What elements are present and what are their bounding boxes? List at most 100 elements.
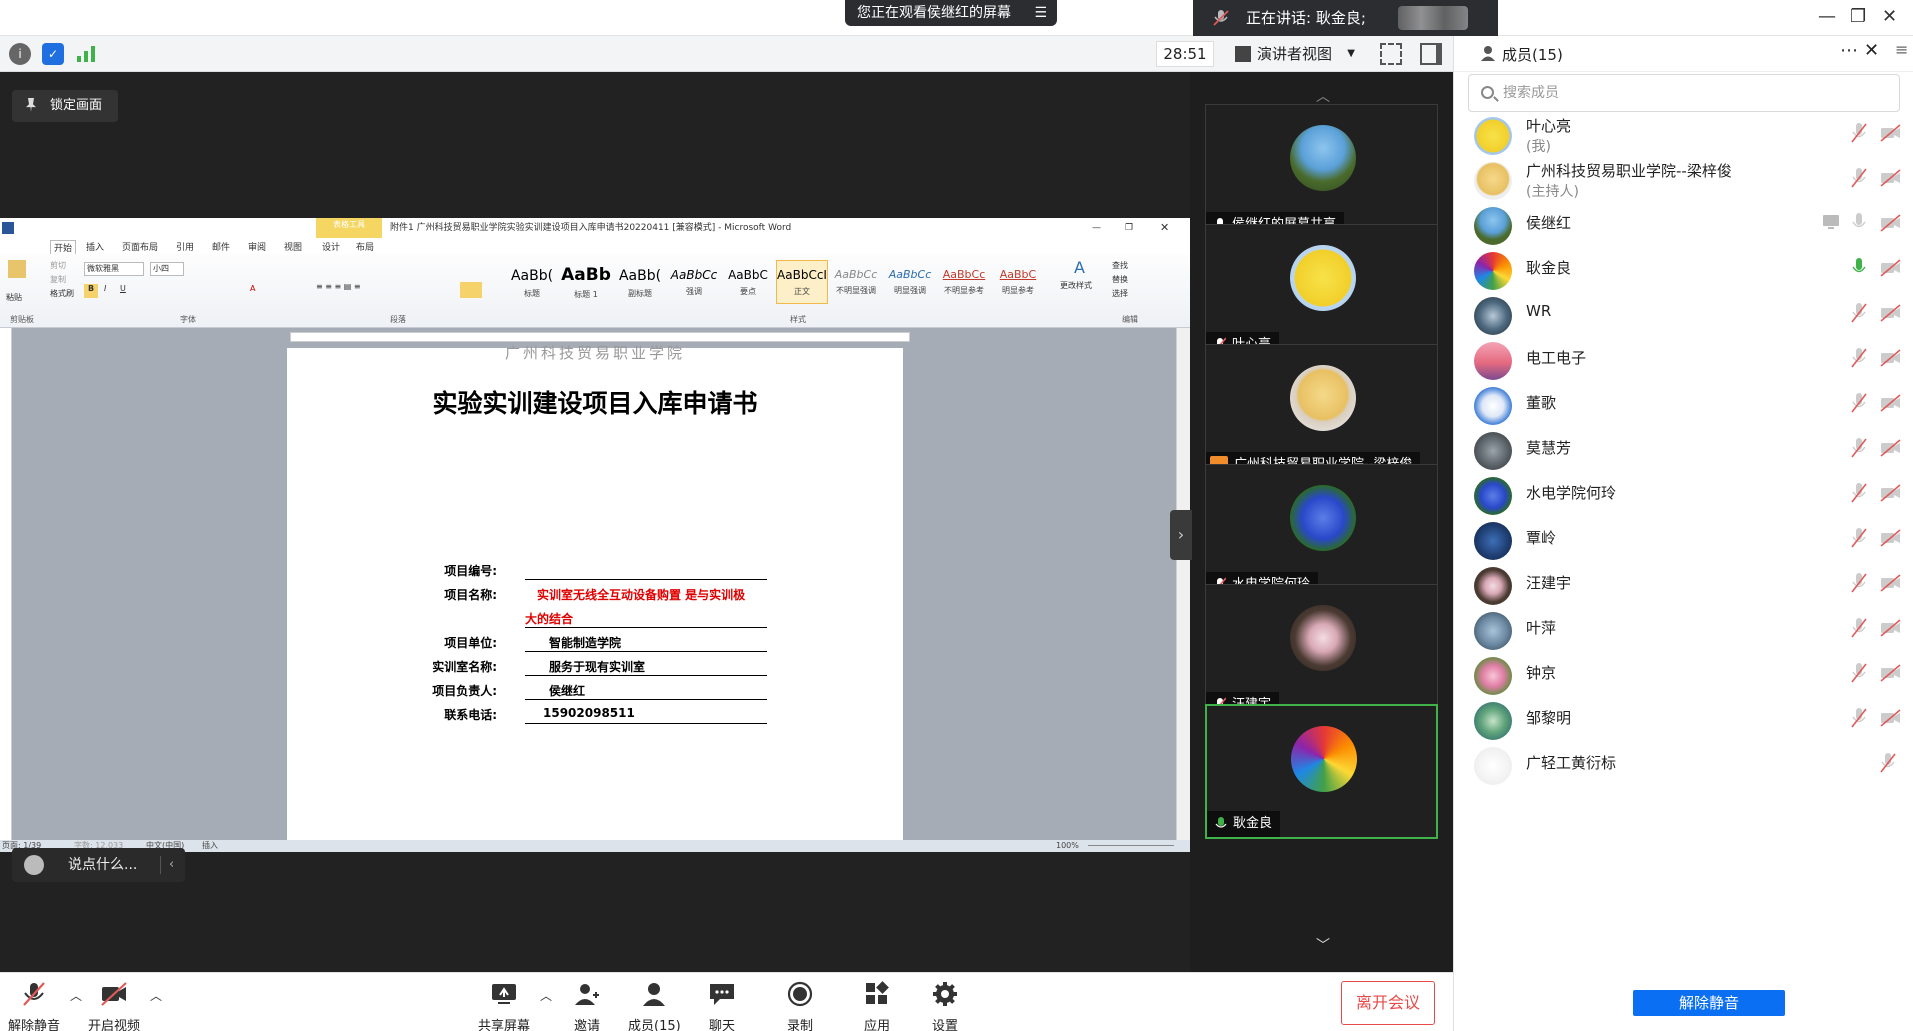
fullscreen-icon[interactable]: [1380, 43, 1402, 65]
camera-off-icon[interactable]: [1880, 484, 1902, 502]
record-button[interactable]: 录制: [786, 981, 814, 1031]
tab-review[interactable]: 审阅: [248, 240, 266, 253]
camera-off-icon[interactable]: [1880, 214, 1902, 232]
mic-muted-icon[interactable]: [1851, 392, 1867, 414]
underline-button[interactable]: U: [120, 284, 126, 293]
menu-icon[interactable]: ☰: [1034, 0, 1047, 26]
mic-muted-icon[interactable]: [1851, 302, 1867, 324]
find-button[interactable]: 查找: [1112, 260, 1128, 271]
field-project-number[interactable]: 项目编号:: [287, 558, 903, 582]
camera-off-icon[interactable]: [1880, 574, 1902, 592]
apps-button[interactable]: 应用: [863, 981, 891, 1031]
mic-muted-icon[interactable]: [1851, 482, 1867, 504]
style-emphasis[interactable]: AaBbCc 强调: [668, 260, 720, 304]
mic-muted-icon[interactable]: [1851, 572, 1867, 594]
camera-off-icon[interactable]: [1880, 394, 1902, 412]
field-project-name-cont[interactable]: 大的结合: [287, 606, 903, 630]
mic-muted-icon[interactable]: [1880, 752, 1896, 774]
paste-button[interactable]: 粘贴: [6, 292, 22, 303]
vertical-scrollbar[interactable]: [1176, 328, 1190, 840]
style-intense-emphasis[interactable]: AaBbCc 明显强调: [884, 260, 936, 304]
sidebar-toggle-icon[interactable]: [1420, 43, 1442, 65]
mic-muted-icon[interactable]: [1851, 167, 1867, 189]
document-page[interactable]: 广州科技贸易职业学院 实验实训建设项目入库申请书 项目编号: 项目名称: 实训室…: [287, 344, 903, 840]
scroll-down-icon[interactable]: ﹀: [1316, 935, 1330, 955]
list-icon[interactable]: ≡: [1895, 40, 1908, 59]
chevron-up-icon[interactable]: ︿: [70, 987, 82, 1004]
signal-icon[interactable]: [75, 43, 97, 65]
zoom-slider[interactable]: [1088, 845, 1174, 846]
cut-button[interactable]: 剪切: [50, 260, 66, 271]
tab-layout[interactable]: 页面布局: [122, 240, 158, 253]
camera-off-icon[interactable]: [1880, 529, 1902, 547]
font-color-button[interactable]: A: [250, 284, 255, 293]
lock-screen-button[interactable]: 锁定画面: [12, 90, 118, 122]
share-screen-button[interactable]: 共享屏幕: [478, 981, 530, 1031]
style-heading[interactable]: AaBb(标题: [506, 260, 558, 304]
shield-icon[interactable]: ✓: [42, 43, 64, 65]
italic-button[interactable]: I: [104, 284, 106, 293]
tab-references[interactable]: 引用: [176, 240, 194, 253]
unmute-all-button[interactable]: 解除静音: [1633, 990, 1785, 1016]
style-subtitle[interactable]: AaBb(副标题: [614, 260, 666, 304]
video-tile-active-speaker[interactable]: 耿金良: [1205, 704, 1438, 839]
emoji-icon[interactable]: [24, 855, 44, 875]
change-styles-icon[interactable]: A: [1074, 258, 1085, 277]
video-tile[interactable]: 侯继红的屏幕共享: [1205, 104, 1438, 239]
bold-button[interactable]: B: [84, 284, 98, 298]
field-phone[interactable]: 联系电话: 15902098511: [287, 702, 903, 726]
camera-off-icon[interactable]: [1880, 619, 1902, 637]
settings-button[interactable]: 设置: [931, 981, 959, 1031]
camera-off-icon[interactable]: [1880, 439, 1902, 457]
shading-button[interactable]: [460, 282, 482, 298]
mic-muted-icon[interactable]: [1851, 707, 1867, 729]
maximize-icon[interactable]: ❐: [1850, 6, 1866, 27]
style-normal[interactable]: AaBbCcI 正文: [776, 260, 828, 304]
tab-insert[interactable]: 插入: [86, 240, 104, 253]
mic-muted-icon[interactable]: [1851, 617, 1867, 639]
style-subtle-emphasis[interactable]: AaBbCc 不明显强调: [830, 260, 882, 304]
select-button[interactable]: 选择: [1112, 288, 1128, 299]
copy-button[interactable]: 复制: [50, 274, 66, 285]
chevron-left-icon[interactable]: ‹: [169, 848, 174, 882]
video-tile[interactable]: 叶心亮: [1205, 224, 1438, 359]
mic-muted-icon[interactable]: [1851, 437, 1867, 459]
members-button[interactable]: 成员(15): [628, 981, 681, 1031]
style-subtle-reference[interactable]: AaBbCc 不明显参考: [938, 260, 990, 304]
style-strong[interactable]: AaBbC 要点: [722, 260, 774, 304]
chat-button[interactable]: 聊天: [708, 981, 736, 1031]
tab-home[interactable]: 开始: [50, 240, 77, 254]
tab-design[interactable]: 设计: [322, 240, 340, 253]
paragraph-align-buttons[interactable]: ≡ ≡ ≡ ▤ ≡: [316, 282, 426, 298]
mic-muted-icon[interactable]: [1851, 527, 1867, 549]
tab-view[interactable]: 视图: [284, 240, 302, 253]
field-project-unit[interactable]: 项目单位: 智能制造学院: [287, 630, 903, 654]
minimize-icon[interactable]: —: [1818, 6, 1836, 27]
paste-icon[interactable]: [8, 260, 26, 278]
close-panel-icon[interactable]: ✕: [1864, 40, 1879, 61]
camera-off-icon[interactable]: [1880, 169, 1902, 187]
zoom-level[interactable]: 100%: [1056, 840, 1079, 852]
camera-off-icon[interactable]: [1880, 304, 1902, 322]
member-row[interactable]: 广轻工黄衍标: [1454, 736, 1913, 791]
camera-off-icon[interactable]: [1880, 124, 1902, 142]
style-heading1[interactable]: AaBb 标题 1: [560, 260, 612, 304]
camera-off-icon[interactable]: [1880, 664, 1902, 682]
format-painter-button[interactable]: 格式刷: [50, 288, 74, 299]
change-styles-button[interactable]: 更改样式: [1060, 280, 1092, 291]
mic-muted-icon[interactable]: [1851, 662, 1867, 684]
chevron-up-icon[interactable]: ︿: [540, 987, 552, 1004]
info-icon[interactable]: i: [9, 43, 31, 65]
mic-icon[interactable]: [1851, 212, 1867, 234]
field-project-leader[interactable]: 项目负责人: 侯继红: [287, 678, 903, 702]
more-icon[interactable]: ⋯: [1840, 40, 1858, 61]
video-tile[interactable]: 水电学院何玲: [1205, 464, 1438, 599]
video-tile[interactable]: 汪建宇: [1205, 584, 1438, 719]
viewing-banner[interactable]: 您正在观看侯继红的屏幕 ☰: [845, 0, 1057, 26]
chevron-up-icon[interactable]: ︿: [150, 987, 162, 1004]
replace-button[interactable]: 替换: [1112, 274, 1128, 285]
video-tile[interactable]: 广州科技贸易职业学院--梁梓俊: [1205, 344, 1438, 479]
start-video-button[interactable]: 开启视频: [88, 981, 140, 1031]
view-mode-select[interactable]: 演讲者视图 ▼: [1231, 41, 1361, 67]
field-lab-name[interactable]: 实训室名称: 服务于现有实训室: [287, 654, 903, 678]
